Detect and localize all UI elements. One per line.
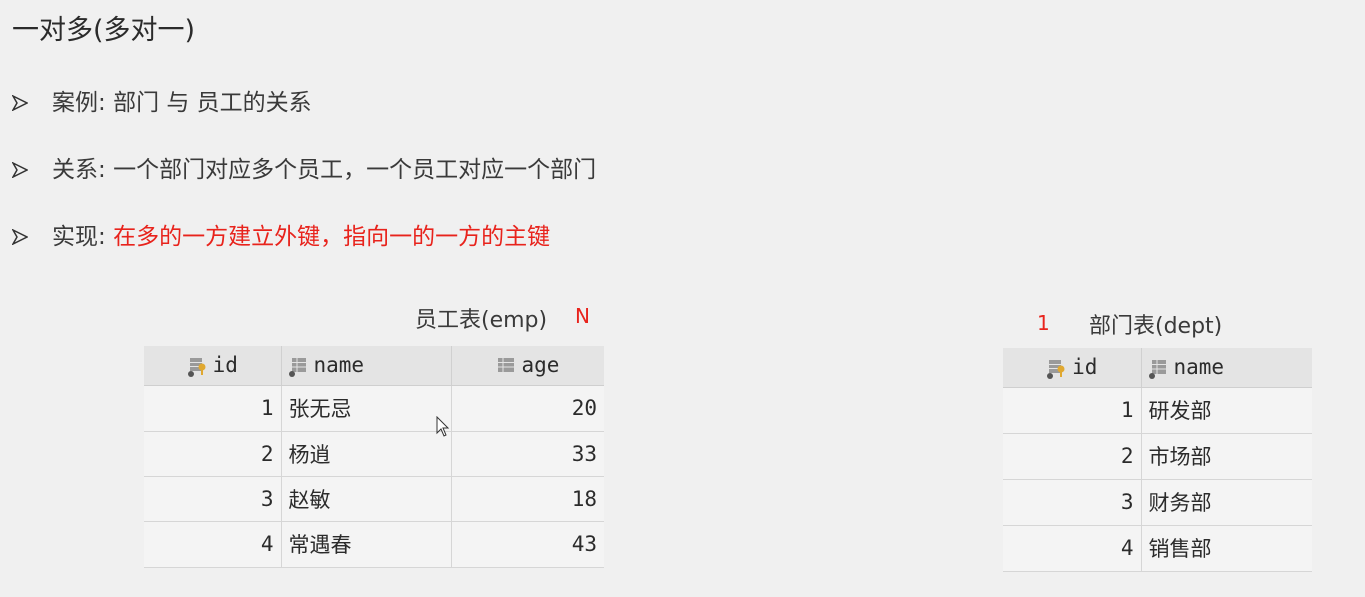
table-row: 1 研发部 [1003, 387, 1312, 434]
emp-age-cell: 33 [451, 431, 604, 477]
arrowhead-bullet-icon [12, 229, 28, 245]
dept-col-name[interactable]: name [1141, 348, 1312, 388]
dept-table: id name 1 研发部 2 市场部 3 财务部 4 销售部 [1003, 348, 1312, 572]
bullet-text: 一个部门对应多个员工，一个员工对应一个部门 [113, 157, 597, 183]
emp-age-cell: 43 [451, 521, 604, 568]
emp-id-cell: 3 [144, 476, 282, 522]
dept-table-caption: 部门表(dept) [1089, 314, 1223, 339]
column-header-label: name [313, 353, 365, 378]
table-row: 2 市场部 [1003, 433, 1312, 480]
table-row: 2 杨逍 33 [144, 431, 604, 477]
emp-name-cell: 常遇春 [281, 521, 452, 568]
table-column-icon [288, 358, 306, 378]
page-title: 一对多(多对一) [12, 15, 196, 46]
emp-id-cell: 4 [144, 521, 282, 568]
dept-name-cell: 销售部 [1141, 525, 1312, 572]
arrowhead-bullet-icon [12, 162, 28, 178]
emp-col-name[interactable]: name [281, 346, 452, 386]
emp-col-age[interactable]: age [451, 346, 604, 386]
emp-name-cell: 张无忌 [281, 385, 452, 432]
emp-name-cell: 赵敏 [281, 476, 452, 522]
arrowhead-bullet-icon [12, 95, 28, 111]
table-column-icon [497, 358, 514, 373]
dept-id-cell: 3 [1003, 479, 1142, 526]
dept-id-cell: 1 [1003, 387, 1142, 434]
emp-id-cell: 2 [144, 431, 282, 477]
dept-col-id[interactable]: id [1003, 348, 1142, 388]
table-row: 3 财务部 [1003, 479, 1312, 526]
table-row: 1 张无忌 20 [144, 385, 604, 432]
emp-age-cell: 18 [451, 476, 604, 522]
column-header-label: id [1072, 355, 1098, 380]
bullet-text: 部门 与 员工的关系 [113, 90, 312, 116]
dept-id-cell: 4 [1003, 525, 1142, 572]
key-column-icon [1047, 360, 1065, 380]
dept-cardinality: 1 [1037, 311, 1050, 335]
dept-header-row: id name [1003, 348, 1312, 388]
table-column-icon [1148, 360, 1166, 380]
column-header-label: name [1173, 355, 1225, 380]
dept-name-cell: 市场部 [1141, 433, 1312, 480]
dept-id-cell: 2 [1003, 433, 1142, 480]
emp-cardinality: N [575, 304, 590, 328]
emp-id-cell: 1 [144, 385, 282, 432]
bullet-label: 案例: [52, 90, 114, 116]
bullet-highlight-text: 在多的一方建立外键，指向一的一方的主键 [113, 224, 551, 250]
mouse-pointer-icon [436, 416, 450, 437]
emp-col-id[interactable]: id [144, 346, 282, 386]
column-header-label: id [212, 353, 238, 378]
emp-age-cell: 20 [451, 385, 604, 432]
table-row: 4 常遇春 43 [144, 521, 604, 568]
key-column-icon [187, 358, 206, 378]
table-row: 4 销售部 [1003, 525, 1312, 572]
table-row: 3 赵敏 18 [144, 476, 604, 522]
bullet-label: 关系: [52, 157, 114, 183]
dept-name-cell: 财务部 [1141, 479, 1312, 526]
dept-name-cell: 研发部 [1141, 387, 1312, 434]
emp-table-caption: 员工表(emp) [415, 308, 548, 333]
emp-name-cell: 杨逍 [281, 431, 452, 477]
emp-table: id name age 1 张无忌 20 2 杨逍 33 3 赵敏 18 4 常… [144, 346, 604, 568]
emp-header-row: id name age [144, 346, 604, 386]
bullet-label: 实现: [52, 224, 114, 250]
column-header-label: age [521, 353, 560, 378]
